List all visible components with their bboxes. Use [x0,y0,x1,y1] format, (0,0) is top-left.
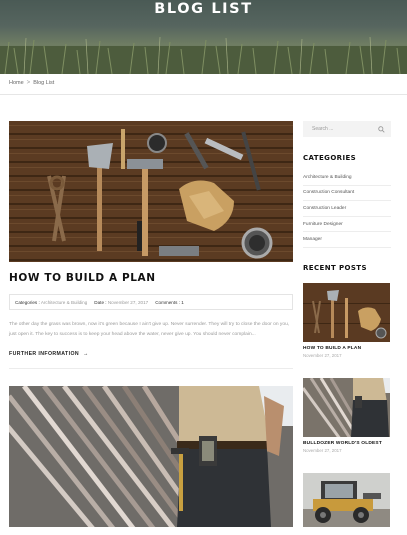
meta-comments: Comments : 1 [155,300,184,305]
category-item[interactable]: Construction Leader [303,201,391,217]
breadcrumb: Home > Blog List [9,80,54,86]
recent-post-date: November 27, 2017 [303,353,342,358]
recent-post-thumbnail[interactable] [303,378,390,437]
breadcrumb-home-link[interactable]: Home [9,80,24,86]
hero-banner: BLOG LIST [0,0,407,74]
recent-post-title[interactable]: HOW TO BUILD A PLAN [303,346,361,351]
meta-date-label: Date : [94,299,107,305]
recent-posts-title: RECENT POSTS [303,264,367,272]
search-icon[interactable] [378,125,385,133]
read-more-label: FURTHER INFORMATION [9,351,80,357]
category-item[interactable]: Architecture & Building [303,170,391,186]
recent-post-thumbnail[interactable] [303,283,390,342]
search-input[interactable] [312,126,372,132]
category-item[interactable]: Manager [303,232,391,248]
arrow-right-icon: → [83,351,89,357]
category-item[interactable]: Construction Consultant [303,186,391,202]
post-divider [9,368,293,369]
breadcrumb-divider [0,94,407,95]
recent-post-date: November 27, 2017 [303,448,342,453]
search-box [303,121,391,137]
meta-categories-value[interactable]: Architecture & Building [41,300,87,305]
post-featured-image-2[interactable] [9,386,293,527]
meta-comments-label: Comments : [155,299,180,305]
read-more-link[interactable]: FURTHER INFORMATION → [9,351,89,357]
page-title: BLOG LIST [154,1,253,17]
post-meta: Categories : Architecture & Building Dat… [9,294,293,310]
post-title[interactable]: HOW TO BUILD A PLAN [9,272,156,284]
meta-date: Date : November 27, 2017 [94,300,148,305]
post-featured-image[interactable] [9,121,293,262]
category-item[interactable]: Furniture Designer [303,217,391,233]
categories-title: CATEGORIES [303,154,357,162]
meta-date-value: November 27, 2017 [107,299,149,305]
post-excerpt: The other day the grass was brown, now i… [9,322,290,337]
recent-post-thumbnail[interactable] [303,473,390,527]
categories-list: Architecture & Building Construction Con… [303,170,391,248]
meta-categories: Categories : Architecture & Building [15,300,87,305]
grass-background [0,36,407,74]
recent-post-title[interactable]: BULLDOZER WORLD'S OLDEST [303,441,382,446]
breadcrumb-separator: > [26,80,31,86]
meta-comments-value[interactable]: 1 [181,300,184,305]
meta-categories-label: Categories : [15,299,40,305]
breadcrumb-current: Blog List [33,80,55,86]
